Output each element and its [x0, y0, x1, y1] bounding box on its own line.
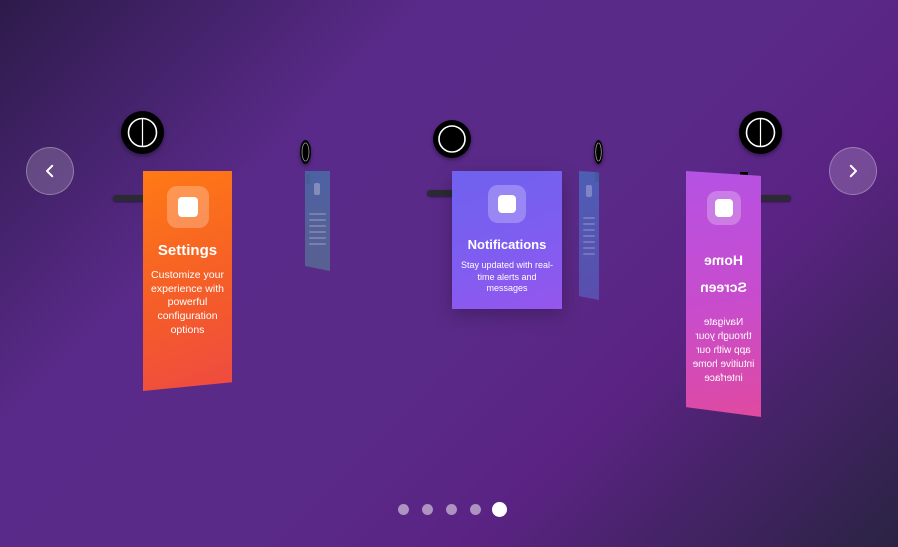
card-description: Navigate through your app with our intui… [692, 317, 755, 385]
pagination-dot-4[interactable] [470, 504, 481, 515]
pagination-dot-5[interactable] [492, 502, 507, 517]
home-icon [706, 191, 741, 225]
card-title: Home Screen [700, 252, 747, 295]
card-title: Notifications [467, 237, 547, 252]
card-side-text [308, 209, 327, 249]
carousel-stage: Settings Customize your experience with … [0, 0, 898, 547]
pagination-dot-2[interactable] [422, 504, 433, 515]
next-button[interactable] [829, 147, 877, 195]
pagination-dot-3[interactable] [446, 504, 457, 515]
card-side-icon [586, 185, 592, 197]
card-mirrored-content: Home Screen Navigate through your app wi… [686, 247, 761, 386]
pagination-dots [398, 501, 510, 517]
bell-icon [488, 185, 526, 223]
hanger-knob-icon [433, 120, 471, 158]
hanger-knob-icon [121, 111, 164, 154]
hanger-knob-side-icon [300, 140, 311, 164]
card-settings[interactable]: Settings Customize your experience with … [143, 171, 232, 391]
chevron-left-icon [46, 164, 54, 178]
card-side-text [582, 213, 596, 259]
card-side-right[interactable] [579, 171, 599, 300]
prev-button[interactable] [26, 147, 74, 195]
card-title: Settings [157, 242, 218, 259]
card-home-screen[interactable]: Home Screen Navigate through your app wi… [686, 171, 761, 417]
card-description: Customize your experience with powerful … [151, 269, 224, 336]
hanger-knob-icon [739, 111, 782, 154]
chevron-right-icon [849, 164, 857, 178]
pagination-dot-1[interactable] [398, 504, 409, 515]
card-notifications[interactable]: Notifications Stay updated with real-tim… [452, 171, 562, 309]
hanger-knob-side-icon [594, 140, 603, 164]
settings-icon [166, 186, 209, 228]
card-description: Stay updated with real-time alerts and m… [460, 260, 554, 294]
card-side-icon [314, 183, 320, 195]
card-side-left[interactable] [305, 171, 330, 271]
